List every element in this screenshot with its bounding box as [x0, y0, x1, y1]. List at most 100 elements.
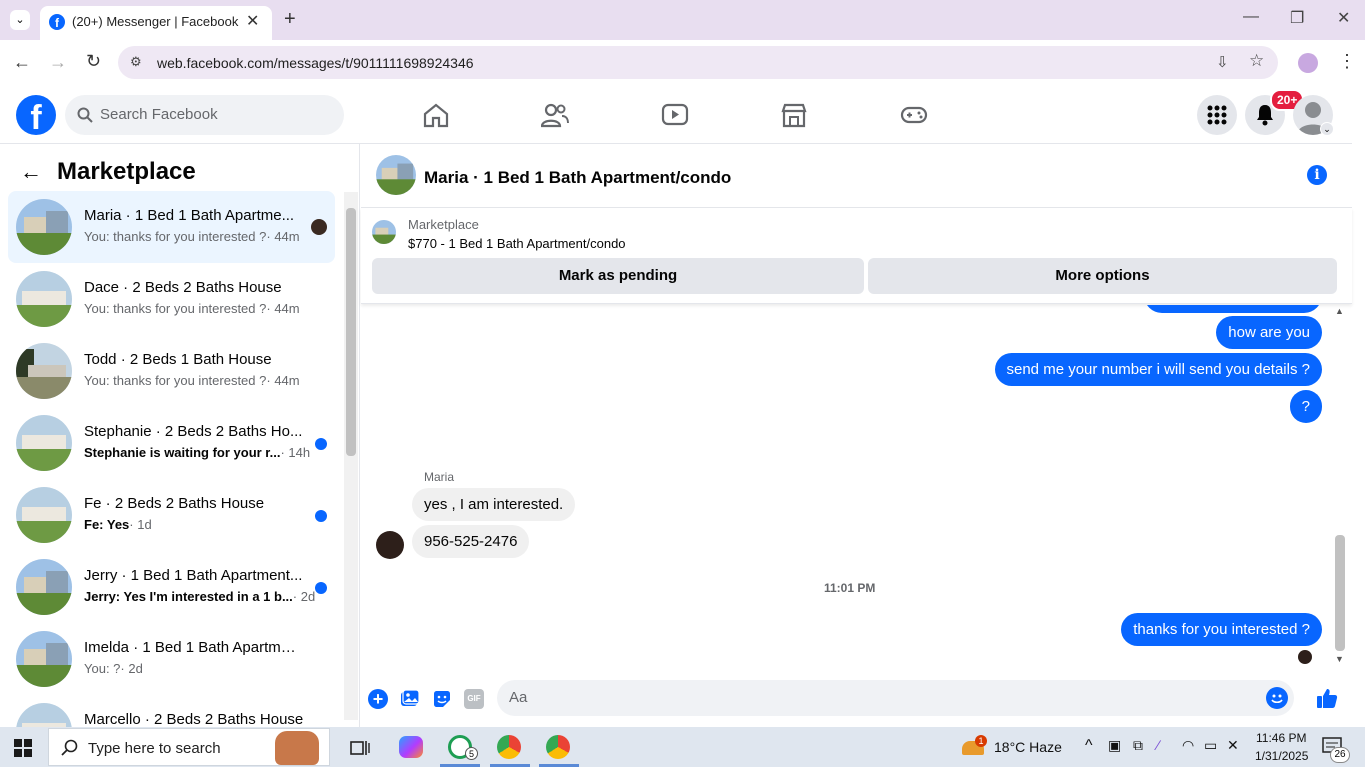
message-bubble-outgoing[interactable]: thanks for you interested ?	[1121, 613, 1322, 646]
reload-icon[interactable]: ↻	[86, 51, 101, 72]
forward-arrow-icon[interactable]: →	[49, 52, 67, 73]
message-bubble-incoming[interactable]: 956-525-2476	[412, 525, 530, 558]
sidebar-scrollbar[interactable]	[344, 192, 358, 720]
conversation-name: Dace · 2 Beds 2 Baths House	[84, 279, 282, 296]
listing-thumbnail	[16, 487, 72, 543]
taskbar-search-box[interactable]: Type here to search	[48, 728, 330, 766]
conversation-name: Maria · 1 Bed 1 Bath Apartme...	[84, 207, 295, 224]
scrollbar-thumb[interactable]	[1335, 535, 1345, 651]
windows-start-icon[interactable]	[14, 739, 32, 757]
search-placeholder: Search Facebook	[100, 106, 218, 123]
conversation-name: Jerry · 1 Bed 1 Bath Apartment...	[84, 567, 303, 584]
back-arrow-icon[interactable]: ←	[13, 52, 31, 73]
info-icon[interactable]: i	[1307, 165, 1327, 185]
message-bubble-incoming[interactable]: yes , I am interested.	[412, 488, 576, 521]
home-icon[interactable]	[422, 102, 450, 128]
battery-icon[interactable]: ▭	[1204, 737, 1217, 754]
chat-title[interactable]: Maria · 1 Bed 1 Bath Apartment/condo	[424, 168, 731, 188]
wifi-icon[interactable]: ◠	[1182, 737, 1194, 754]
tray-overflow-icon[interactable]: ^	[1085, 737, 1093, 755]
seen-avatar	[1298, 650, 1312, 664]
gif-icon[interactable]: GIF	[464, 689, 484, 709]
emoji-icon[interactable]	[1266, 687, 1288, 709]
plus-icon[interactable]: +	[368, 689, 388, 709]
facebook-search-input[interactable]: Search Facebook	[65, 95, 344, 135]
restore-icon[interactable]: ❐	[1290, 8, 1304, 28]
message-input[interactable]: Aa	[497, 680, 1294, 716]
more-options-button[interactable]: More options	[868, 258, 1337, 294]
mark-as-pending-button[interactable]: Mark as pending	[372, 258, 864, 294]
conversation-item[interactable]: Stephanie · 2 Beds 2 Baths Ho... Stephan…	[8, 407, 335, 479]
task-view-icon[interactable]	[350, 739, 370, 757]
chrome-profile-icon[interactable]	[546, 735, 570, 759]
message-bubble-outgoing[interactable]: how are you	[1216, 316, 1322, 349]
listing-thumbnail	[16, 703, 72, 727]
menu-grid-button[interactable]	[1197, 95, 1237, 135]
tab-search-button[interactable]: ⌄	[10, 10, 30, 30]
friends-icon[interactable]	[541, 102, 569, 128]
weather-text[interactable]: 18°C Haze	[994, 739, 1062, 755]
scrollbar-thumb[interactable]	[346, 208, 356, 456]
window-close-icon[interactable]: ✕	[1337, 8, 1350, 28]
new-tab-button[interactable]: +	[284, 8, 296, 31]
message-placeholder: Aa	[509, 689, 528, 706]
browser-tab[interactable]: f (20+) Messenger | Facebook ✕	[40, 6, 272, 40]
minimize-icon[interactable]: —	[1243, 8, 1259, 26]
facebook-logo-icon[interactable]: f	[16, 95, 56, 135]
video-icon[interactable]	[661, 102, 689, 128]
marketplace-icon[interactable]	[780, 102, 808, 128]
tray-display-icon[interactable]: ⧉	[1133, 737, 1143, 754]
scroll-down-icon[interactable]: ▼	[1335, 654, 1344, 664]
photo-icon[interactable]	[400, 689, 420, 709]
chat-listing-avatar[interactable]	[376, 155, 416, 195]
search-icon	[77, 107, 93, 123]
sticker-icon[interactable]	[432, 689, 452, 709]
conversation-preview: Stephanie is waiting for your r...· 14h	[84, 445, 311, 460]
conversation-item[interactable]: Todd · 2 Beds 1 Bath House You: thanks f…	[8, 335, 335, 407]
scroll-up-icon[interactable]: ▲	[1335, 306, 1344, 316]
listing-thumbnail	[16, 199, 72, 255]
message-bubble-outgoing[interactable]: send me your number i will send you deta…	[994, 353, 1322, 386]
clock-time[interactable]: 11:46 PM	[1256, 731, 1306, 745]
listing-thumbnail	[16, 559, 72, 615]
bookmark-star-icon[interactable]: ☆	[1249, 51, 1264, 71]
site-info-icon[interactable]: ⚙	[130, 54, 142, 70]
search-highlight-icon	[275, 731, 319, 765]
gaming-icon[interactable]	[900, 102, 928, 128]
volume-muted-icon[interactable]: ✕	[1227, 737, 1239, 754]
browser-tab-strip: ⌄ f (20+) Messenger | Facebook ✕ + — ❐ ✕	[0, 0, 1365, 40]
copilot-icon[interactable]	[399, 736, 423, 758]
pen-icon[interactable]: ∕	[1157, 737, 1159, 753]
notification-count-badge: 26	[1330, 747, 1350, 763]
unread-dot	[315, 510, 327, 522]
back-arrow-icon[interactable]: ←	[20, 159, 42, 185]
conversation-preview: You: thanks for you interested ?· 44m	[84, 373, 300, 388]
clock-date[interactable]: 1/31/2025	[1255, 749, 1308, 763]
grid-icon	[1207, 105, 1227, 125]
listing-thumbnail	[16, 343, 72, 399]
thumbs-up-icon[interactable]	[1316, 687, 1338, 709]
listing-price[interactable]: $770 - 1 Bed 1 Bath Apartment/condo	[408, 236, 626, 251]
message-scrollbar[interactable]: ▲ ▼	[1333, 305, 1347, 668]
conversation-name: Todd · 2 Beds 1 Bath House	[84, 351, 272, 368]
url-text[interactable]: web.facebook.com/messages/t/901111169892…	[157, 55, 474, 71]
sender-avatar[interactable]	[376, 531, 404, 559]
browser-menu-icon[interactable]: ⋮	[1338, 51, 1356, 72]
conversation-item[interactable]: Dace · 2 Beds 2 Baths House You: thanks …	[8, 263, 335, 335]
conversation-item[interactable]: Imelda · 1 Bed 1 Bath Apartment... You: …	[8, 623, 335, 695]
message-bubble-outgoing[interactable]: ?	[1289, 390, 1322, 423]
marketplace-listing-panel: Marketplace $770 - 1 Bed 1 Bath Apartmen…	[361, 208, 1352, 304]
conversation-item[interactable]: Maria · 1 Bed 1 Bath Apartme... You: tha…	[8, 191, 335, 263]
close-tab-icon[interactable]: ✕	[246, 11, 259, 31]
account-chevron-icon[interactable]: ⌄	[1320, 122, 1334, 136]
conversation-item[interactable]: Marcello · 2 Beds 2 Baths House	[8, 695, 335, 727]
tray-app-icon[interactable]: ▣	[1108, 737, 1121, 754]
profile-avatar-icon[interactable]	[1298, 53, 1318, 73]
conversation-item[interactable]: Fe · 2 Beds 2 Baths House Fe: Yes· 1d	[8, 479, 335, 551]
address-bar[interactable]: ⚙ web.facebook.com/messages/t/9011111698…	[118, 46, 1278, 79]
install-app-icon[interactable]: ⇩	[1216, 53, 1229, 71]
sidebar-title: Marketplace	[57, 158, 196, 185]
conversation-item[interactable]: Jerry · 1 Bed 1 Bath Apartment... Jerry:…	[8, 551, 335, 623]
message-composer: + GIF Aa	[361, 672, 1352, 727]
chrome-icon[interactable]	[497, 735, 521, 759]
